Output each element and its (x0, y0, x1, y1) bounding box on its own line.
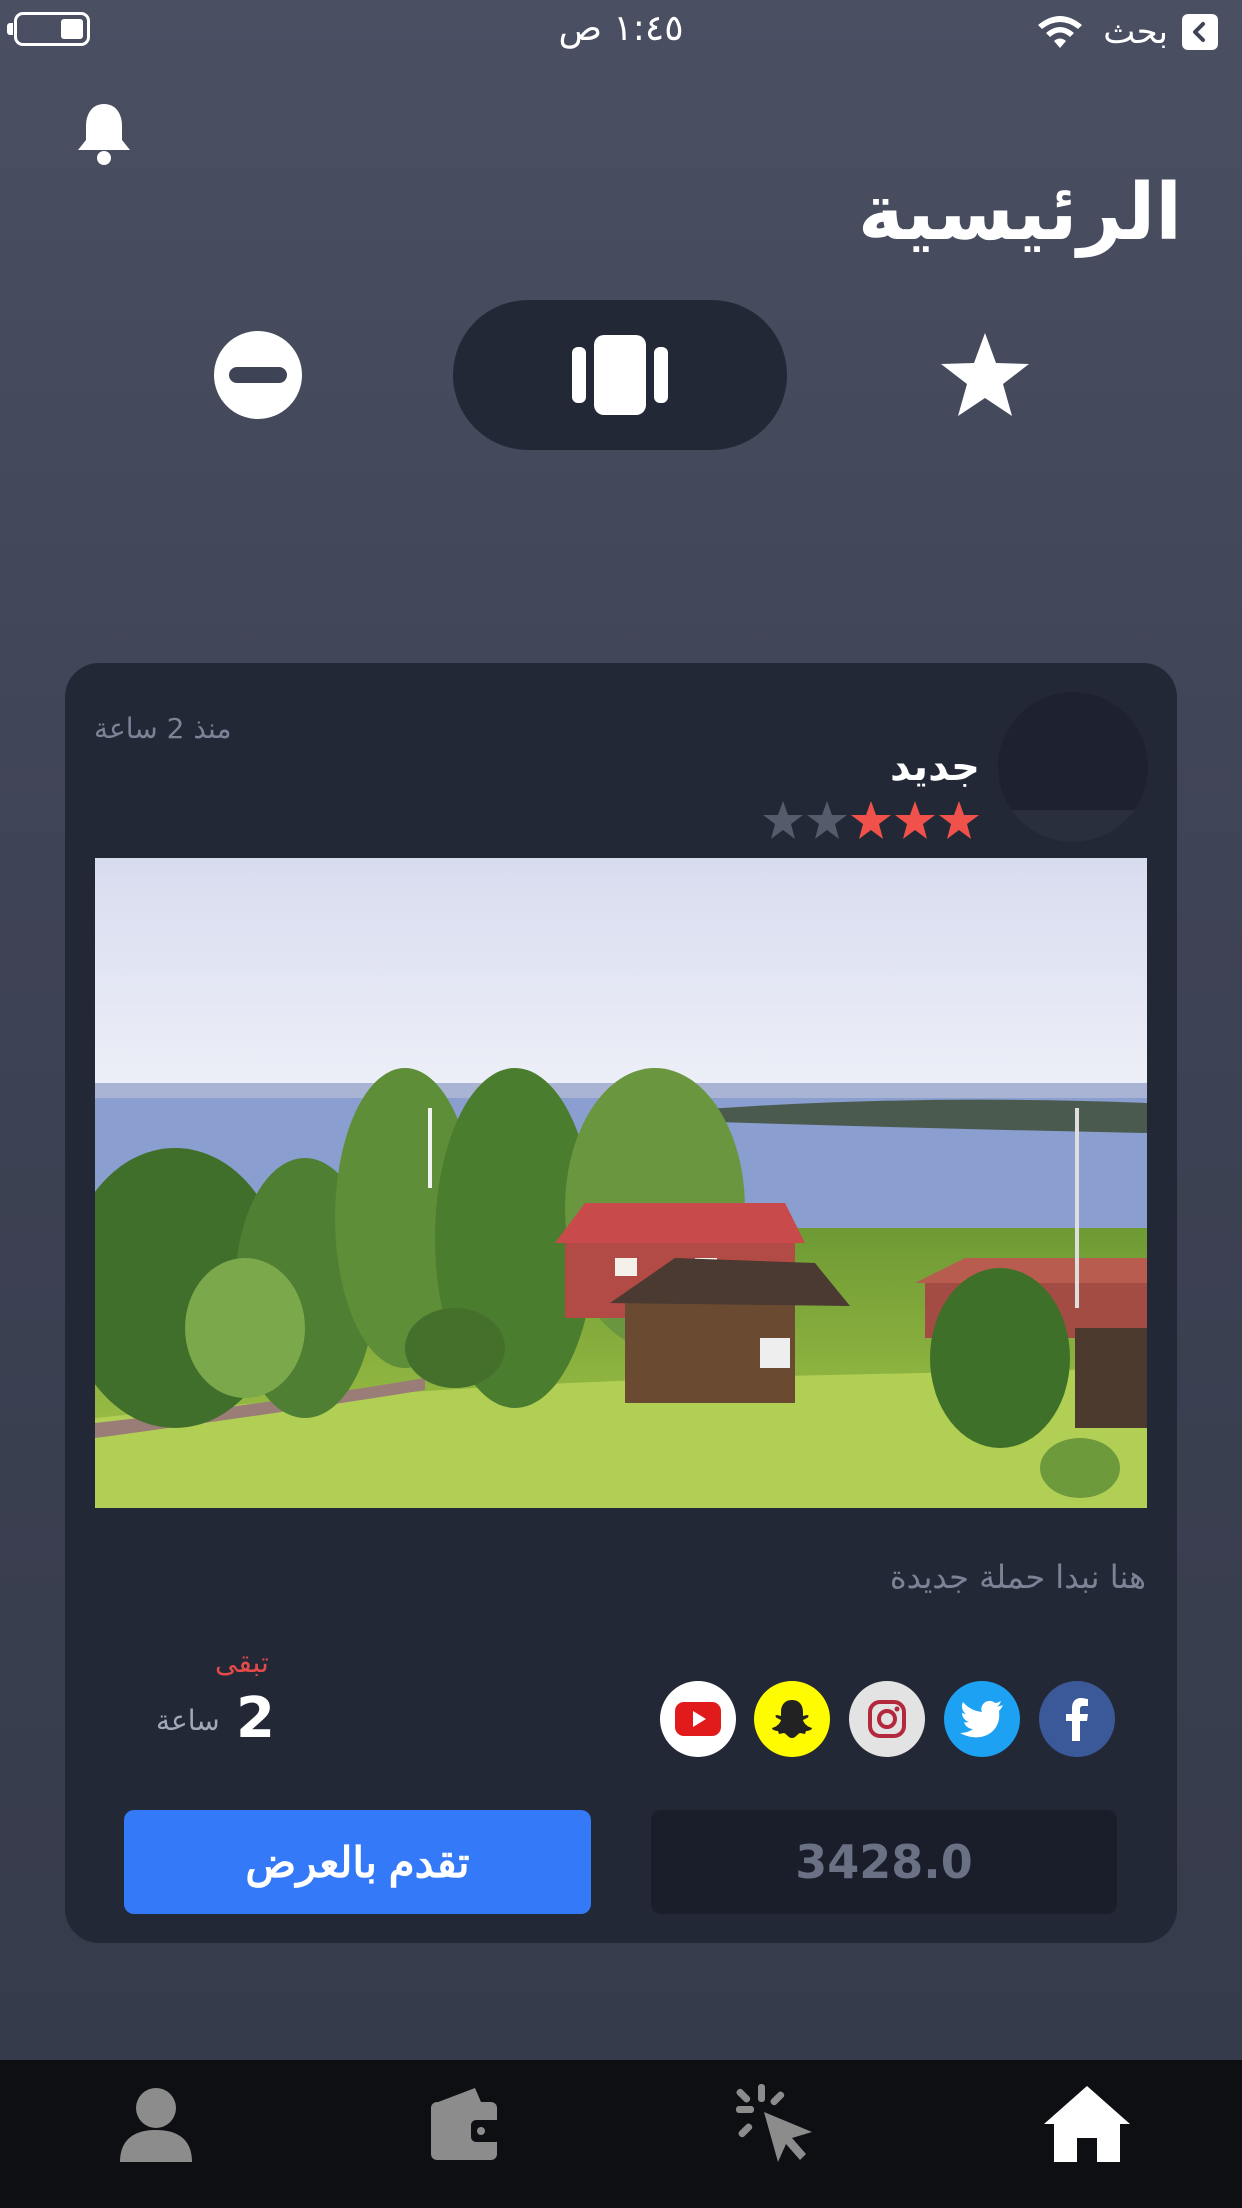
star-icon (939, 801, 979, 839)
wifi-icon (1036, 14, 1084, 54)
notifications-bell-icon[interactable] (74, 100, 134, 170)
back-chevron-icon (1182, 14, 1218, 50)
tab-home-icon[interactable] (1027, 2076, 1147, 2172)
tab-cursor-click-icon[interactable] (716, 2076, 836, 2172)
twitter-icon[interactable] (944, 1681, 1020, 1757)
remaining-unit: ساعة (156, 1704, 220, 1737)
tab-profile-icon[interactable] (96, 2076, 216, 2172)
campaign-photo (95, 858, 1147, 1508)
remaining-label: تبقى (215, 1646, 269, 1679)
favorites-star-icon[interactable] (935, 325, 1035, 425)
page-title: الرئيسية (857, 168, 1182, 258)
avatar (998, 692, 1148, 842)
card-time-ago: منذ 2 ساعة (94, 712, 232, 745)
price-field[interactable]: 3428.0 (651, 1810, 1117, 1914)
remaining-count: 2 (236, 1686, 275, 1751)
back-label: بحث (1103, 12, 1168, 52)
card-title: جديد (889, 744, 980, 790)
minus-circle-icon[interactable] (208, 325, 308, 425)
tab-wallet-icon[interactable] (405, 2076, 525, 2172)
instagram-icon[interactable] (849, 1681, 925, 1757)
submit-bid-button[interactable]: تقدم بالعرض (124, 1810, 591, 1914)
cards-icon[interactable] (570, 325, 670, 425)
facebook-icon[interactable] (1039, 1681, 1115, 1757)
star-icon (807, 801, 847, 839)
back-to-search[interactable]: بحث (1103, 12, 1218, 52)
card-description: هنا نبدا حملة جديدة (889, 1558, 1146, 1596)
star-icon (895, 801, 935, 839)
star-icon (763, 801, 803, 839)
youtube-icon[interactable] (660, 1681, 736, 1757)
star-icon (851, 801, 891, 839)
snapchat-icon[interactable] (754, 1681, 830, 1757)
rating-stars (762, 800, 980, 840)
